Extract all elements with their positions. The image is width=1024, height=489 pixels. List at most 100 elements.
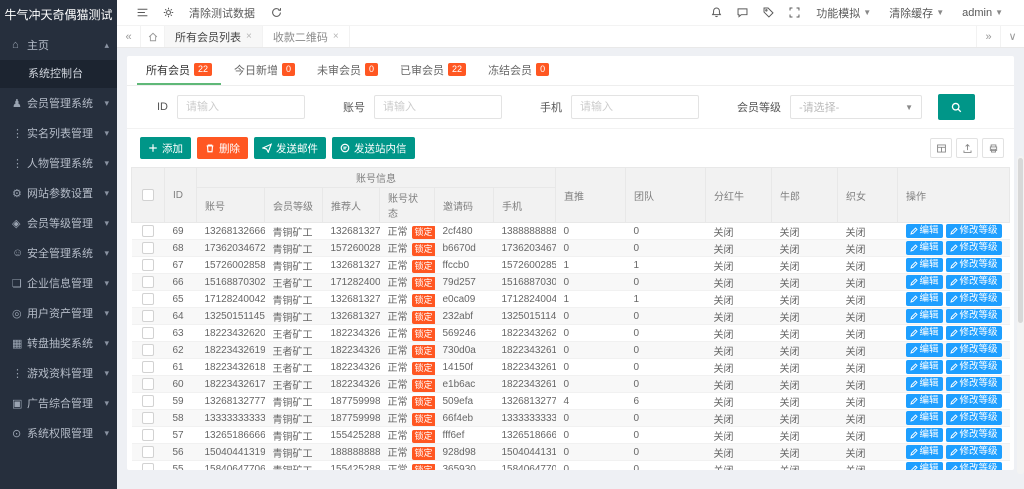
member-tab-今日新增[interactable]: 今日新增 0 xyxy=(225,56,304,85)
lock-button[interactable]: 锁定 xyxy=(411,379,435,392)
change-level-button[interactable]: 修改等级 xyxy=(945,377,1002,391)
edit-button[interactable]: 编辑 xyxy=(905,360,943,374)
level-select[interactable]: -请选择- ▼ xyxy=(790,95,922,119)
row-checkbox[interactable] xyxy=(142,259,154,271)
edit-button[interactable]: 编辑 xyxy=(905,309,943,323)
change-level-button[interactable]: 修改等级 xyxy=(945,241,1002,255)
page-tab-收款二维码[interactable]: 收款二维码 × xyxy=(263,26,350,47)
row-checkbox[interactable] xyxy=(142,463,154,470)
row-checkbox[interactable] xyxy=(142,395,154,407)
lock-button[interactable]: 锁定 xyxy=(411,328,435,341)
id-input[interactable] xyxy=(177,95,305,119)
page-tab-所有会员列表[interactable]: 所有会员列表 × xyxy=(165,26,263,47)
edit-button[interactable]: 编辑 xyxy=(905,394,943,408)
change-level-button[interactable]: 修改等级 xyxy=(945,462,1002,470)
export-icon[interactable] xyxy=(956,138,978,158)
edit-button[interactable]: 编辑 xyxy=(905,292,943,306)
lock-button[interactable]: 锁定 xyxy=(411,243,435,256)
add-button[interactable]: 添加 xyxy=(140,137,191,159)
change-level-button[interactable]: 修改等级 xyxy=(945,224,1002,238)
sidebar-item-企业信息管理[interactable]: ❏ 企业信息管理 ▾ xyxy=(0,268,117,298)
clear-cache-dropdown[interactable]: 清除缓存 ▼ xyxy=(880,5,953,21)
print-icon[interactable] xyxy=(982,138,1004,158)
close-icon[interactable]: × xyxy=(246,31,252,42)
fullscreen-icon[interactable] xyxy=(781,0,807,26)
search-button[interactable] xyxy=(938,94,975,120)
vertical-scrollbar[interactable] xyxy=(1017,156,1024,474)
lock-button[interactable]: 锁定 xyxy=(411,294,435,307)
lock-button[interactable]: 锁定 xyxy=(411,447,435,460)
sidebar-item-主页[interactable]: ⌂ 主页 ▴ xyxy=(0,30,117,60)
lock-button[interactable]: 锁定 xyxy=(411,396,435,409)
refresh-icon[interactable] xyxy=(263,0,289,26)
change-level-button[interactable]: 修改等级 xyxy=(945,428,1002,442)
change-level-button[interactable]: 修改等级 xyxy=(945,275,1002,289)
sidebar-item-会员等级管理[interactable]: ◈ 会员等级管理 ▾ xyxy=(0,208,117,238)
account-input[interactable] xyxy=(374,95,502,119)
member-tab-冻结会员[interactable]: 冻结会员 0 xyxy=(479,56,558,85)
tabs-menu-icon[interactable]: ∨ xyxy=(1000,26,1024,47)
lock-button[interactable]: 锁定 xyxy=(411,260,435,273)
sidebar-subitem-系统控制台[interactable]: 系统控制台 xyxy=(0,60,117,88)
sidebar-item-人物管理系统[interactable]: ⋮ 人物管理系统 ▾ xyxy=(0,148,117,178)
row-checkbox[interactable] xyxy=(142,344,154,356)
sidebar-item-用户资产管理[interactable]: ◎ 用户资产管理 ▾ xyxy=(0,298,117,328)
row-checkbox[interactable] xyxy=(142,310,154,322)
delete-button[interactable]: 删除 xyxy=(197,137,248,159)
lock-button[interactable]: 锁定 xyxy=(411,277,435,290)
row-checkbox[interactable] xyxy=(142,412,154,424)
edit-button[interactable]: 编辑 xyxy=(905,275,943,289)
change-level-button[interactable]: 修改等级 xyxy=(945,343,1002,357)
admin-user-dropdown[interactable]: admin ▼ xyxy=(953,7,1012,19)
select-all-checkbox[interactable] xyxy=(142,189,154,201)
row-checkbox[interactable] xyxy=(142,225,154,237)
edit-button[interactable]: 编辑 xyxy=(905,445,943,459)
edit-button[interactable]: 编辑 xyxy=(905,343,943,357)
lock-button[interactable]: 锁定 xyxy=(411,464,435,470)
gear-icon[interactable] xyxy=(155,0,181,26)
lock-button[interactable]: 锁定 xyxy=(411,362,435,375)
filter-columns-icon[interactable] xyxy=(930,138,952,158)
change-level-button[interactable]: 修改等级 xyxy=(945,309,1002,323)
tabs-scroll-right-icon[interactable]: » xyxy=(976,26,1000,47)
change-level-button[interactable]: 修改等级 xyxy=(945,258,1002,272)
edit-button[interactable]: 编辑 xyxy=(905,258,943,272)
phone-input[interactable] xyxy=(571,95,699,119)
function-simulate-dropdown[interactable]: 功能模拟 ▼ xyxy=(807,5,880,21)
edit-button[interactable]: 编辑 xyxy=(905,462,943,470)
member-tab-未审会员[interactable]: 未审会员 0 xyxy=(308,56,387,85)
row-checkbox[interactable] xyxy=(142,429,154,441)
edit-button[interactable]: 编辑 xyxy=(905,377,943,391)
tabs-scroll-left-icon[interactable]: « xyxy=(117,26,141,47)
send-mail-button[interactable]: 发送邮件 xyxy=(254,137,326,159)
edit-button[interactable]: 编辑 xyxy=(905,224,943,238)
row-checkbox[interactable] xyxy=(142,361,154,373)
tag-icon[interactable] xyxy=(755,0,781,26)
collapse-menu-icon[interactable] xyxy=(129,0,155,26)
edit-button[interactable]: 编辑 xyxy=(905,428,943,442)
row-checkbox[interactable] xyxy=(142,378,154,390)
row-checkbox[interactable] xyxy=(142,327,154,339)
member-tab-所有会员[interactable]: 所有会员 22 xyxy=(137,56,222,85)
change-level-button[interactable]: 修改等级 xyxy=(945,292,1002,306)
row-checkbox[interactable] xyxy=(142,446,154,458)
row-checkbox[interactable] xyxy=(142,293,154,305)
bell-icon[interactable] xyxy=(703,0,729,26)
change-level-button[interactable]: 修改等级 xyxy=(945,360,1002,374)
sidebar-item-系统权限管理[interactable]: ⊙ 系统权限管理 ▾ xyxy=(0,418,117,448)
edit-button[interactable]: 编辑 xyxy=(905,241,943,255)
edit-button[interactable]: 编辑 xyxy=(905,411,943,425)
row-checkbox[interactable] xyxy=(142,242,154,254)
edit-button[interactable]: 编辑 xyxy=(905,326,943,340)
sidebar-item-广告综合管理[interactable]: ▣ 广告综合管理 ▾ xyxy=(0,388,117,418)
home-tab-icon[interactable] xyxy=(141,26,165,47)
lock-button[interactable]: 锁定 xyxy=(411,311,435,324)
change-level-button[interactable]: 修改等级 xyxy=(945,394,1002,408)
change-level-button[interactable]: 修改等级 xyxy=(945,411,1002,425)
scrollbar-thumb[interactable] xyxy=(1018,158,1023,323)
sidebar-item-网站参数设置[interactable]: ⚙ 网站参数设置 ▾ xyxy=(0,178,117,208)
lock-button[interactable]: 锁定 xyxy=(411,413,435,426)
sidebar-item-会员管理系统[interactable]: ♟ 会员管理系统 ▾ xyxy=(0,88,117,118)
sidebar-item-游戏资料管理[interactable]: ⋮ 游戏资料管理 ▾ xyxy=(0,358,117,388)
change-level-button[interactable]: 修改等级 xyxy=(945,326,1002,340)
